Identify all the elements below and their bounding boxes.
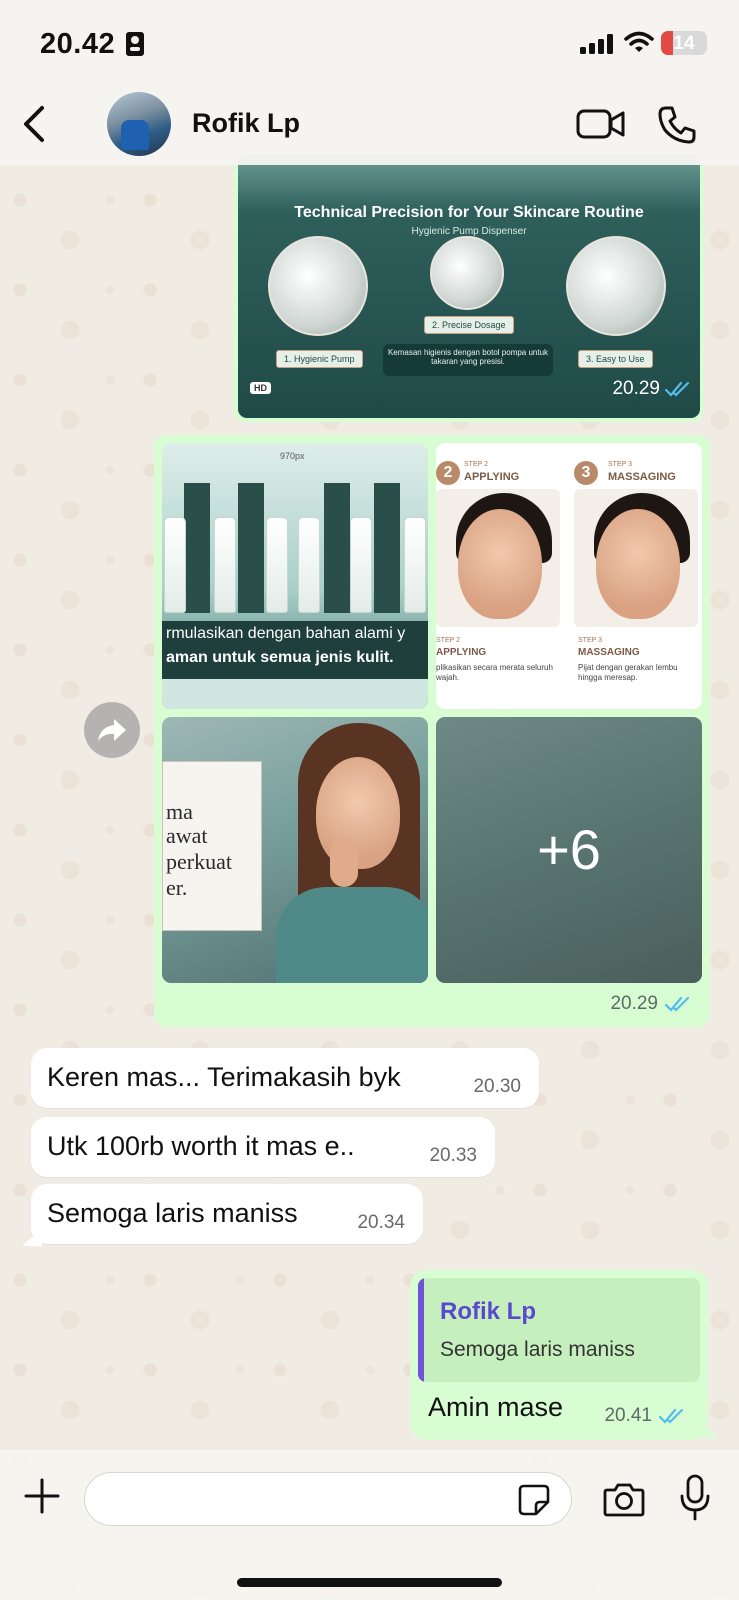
step-2-number: 2 [436,461,460,485]
message-text: Keren mas... Terimakasih byk [47,1062,401,1092]
product-box [184,483,210,613]
microphone-icon[interactable] [678,1474,712,1522]
panel-line-3: perkuat [166,849,232,874]
product-bottle [350,517,372,613]
message-time: 20.29 [612,378,660,399]
tagline-line-1: rmulasikan dengan bahan alami y [166,625,406,642]
id-card-icon [126,32,144,56]
step-3-bottom-small: STEP 3 [578,637,602,644]
product-image[interactable]: Technical Precision for Your Skincare Ro… [238,154,700,418]
product-bottle [298,517,320,613]
double-check-icon [664,996,690,1012]
step-3-small-label: STEP 3 [608,461,632,468]
product-box [238,483,264,613]
more-images-count: +6 [537,818,601,881]
step-3-title: MASSAGING [608,471,676,483]
incoming-message[interactable]: Keren mas... Terimakasih byk 20.30 [31,1048,539,1108]
message-text: Amin mase [428,1392,564,1422]
hd-badge: HD [250,382,271,394]
outgoing-image-message[interactable]: Technical Precision for Your Skincare Ro… [234,150,704,422]
label-precise-dosage: 2. Precise Dosage [424,316,514,334]
message-time: 20.30 [473,1076,521,1097]
home-indicator [237,1578,502,1587]
wifi-icon [624,31,654,52]
product-bottle [266,517,288,613]
message-time: 20.29 [610,993,658,1014]
chat-header: 20.42 14 Rofik Lp [0,0,739,165]
sticker-icon[interactable] [516,1482,552,1518]
composer-bar [0,1450,739,1600]
step-2-photo [436,489,560,627]
back-chevron-icon[interactable] [18,104,54,144]
signal-icon [580,34,616,54]
step-2-bottom-title: APPLYING [436,647,487,658]
double-check-icon [664,381,690,397]
contact-name[interactable]: Rofik Lp [192,108,300,139]
battery-icon: 14 [661,31,707,55]
plus-icon[interactable] [22,1476,62,1516]
message-input[interactable] [84,1472,572,1526]
message-time: 20.34 [357,1212,405,1233]
album-image-products[interactable]: 970px rmulasikan dengan bahan alami y am… [162,443,428,709]
quoted-sender: Rofik Lp [440,1298,536,1325]
dosage-circle-image [430,236,504,310]
pump-circle-image [268,236,368,336]
product-bottle [404,517,426,613]
incoming-message[interactable]: Utk 100rb worth it mas e.. 20.33 [31,1117,495,1177]
video-call-icon[interactable] [576,106,626,142]
camera-icon[interactable] [602,1480,646,1518]
step-3-description: Pijat dengan gerakan lembu hingga meresa… [578,663,678,682]
panel-line-4: er. [166,875,188,900]
image-title: Technical Precision for Your Skincare Ro… [294,204,644,221]
album-more-images[interactable]: +6 [436,717,702,983]
battery-percent: 14 [673,33,695,54]
step-2-title: APPLYING [464,471,520,483]
avatar[interactable] [107,92,171,156]
step-3-bottom-title: MASSAGING [578,647,640,658]
ingredient-icons-strip [162,679,428,709]
outgoing-album-message[interactable]: 970px rmulasikan dengan bahan alami y am… [154,435,710,1027]
tagline-line-2: aman untuk semua jenis kulit. [166,649,394,666]
message-text: Utk 100rb worth it mas e.. [47,1131,355,1161]
image-caption: Kemasan higienis dengan botol pompa untu… [383,344,553,376]
message-text: Semoga laris maniss [47,1198,298,1228]
quoted-text: Semoga laris maniss [440,1338,635,1361]
panel-line-2: awat [166,823,208,848]
woman-photo [266,717,428,983]
phone-icon[interactable] [656,104,698,146]
product-bottle [164,517,186,613]
album-image-woman[interactable]: ma awat perkuat er. [162,717,428,983]
step-3-number: 3 [574,461,598,485]
step-2-bottom-small: STEP 2 [436,637,460,644]
step-3-photo [574,489,698,627]
product-box [374,483,400,613]
message-time: 20.41 [604,1405,652,1426]
image-dimension-label: 970px [280,451,305,461]
step-2-description: plikasikan secara merata seluruh wajah. [436,663,553,682]
double-check-icon [658,1408,684,1424]
forward-button[interactable] [84,702,140,758]
step-2-small-label: STEP 2 [464,461,488,468]
status-time: 20.42 [40,28,116,60]
forward-icon [98,719,126,741]
quote-accent-bar [418,1278,424,1382]
label-easy-to-use: 3. Easy to Use [578,350,653,368]
quoted-message[interactable]: Rofik Lp Semoga laris maniss [418,1278,700,1382]
product-bottle [214,517,236,613]
message-time: 20.33 [429,1145,477,1166]
product-box [324,483,350,613]
album-image-steps[interactable]: 2 STEP 2 APPLYING 3 STEP 3 MASSAGING STE… [436,443,702,709]
incoming-message[interactable]: Semoga laris maniss 20.34 [31,1184,423,1244]
outgoing-reply-message[interactable]: Rofik Lp Semoga laris maniss Amin mase 2… [410,1270,708,1440]
bottle-circle-image [566,236,666,336]
label-hygienic-pump: 1. Hygienic Pump [276,350,363,368]
panel-line-1: ma [166,799,193,824]
